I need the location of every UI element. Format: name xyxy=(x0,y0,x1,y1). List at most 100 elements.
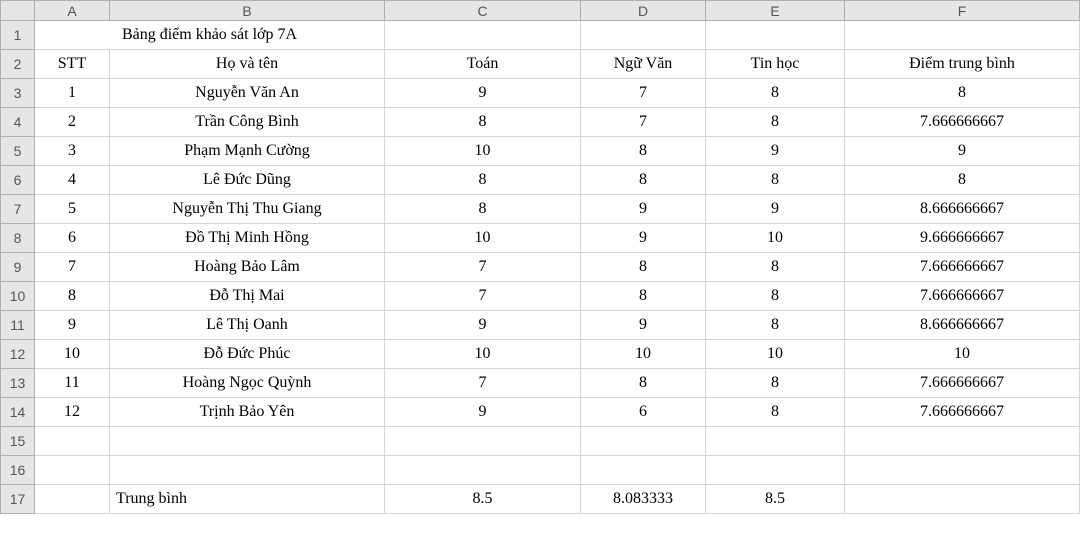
row-header-3[interactable]: 3 xyxy=(1,79,35,108)
cell-name[interactable]: Nguyễn Văn An xyxy=(110,79,385,108)
row-header-6[interactable]: 6 xyxy=(1,166,35,195)
cell-tb[interactable]: 7.666666667 xyxy=(845,253,1080,282)
footer-tin[interactable]: 8.5 xyxy=(706,485,845,514)
cell-tin[interactable]: 8 xyxy=(706,108,845,137)
cell-F15[interactable] xyxy=(845,427,1080,456)
header-nguvan[interactable]: Ngữ Văn xyxy=(581,50,706,79)
cell-A15[interactable] xyxy=(35,427,110,456)
col-header-B[interactable]: B xyxy=(110,1,385,21)
cell-stt[interactable]: 9 xyxy=(35,311,110,340)
cell-toan[interactable]: 7 xyxy=(385,253,581,282)
cell-toan[interactable]: 8 xyxy=(385,166,581,195)
cell-van[interactable]: 7 xyxy=(581,108,706,137)
cell-tb[interactable]: 8 xyxy=(845,79,1080,108)
cell-name[interactable]: Lê Đức Dũng xyxy=(110,166,385,195)
cell-toan[interactable]: 10 xyxy=(385,137,581,166)
cell-van[interactable]: 8 xyxy=(581,369,706,398)
cell-name[interactable]: Đỗ Thị Mai xyxy=(110,282,385,311)
cell-A16[interactable] xyxy=(35,456,110,485)
cell-B16[interactable] xyxy=(110,456,385,485)
cell-stt[interactable]: 7 xyxy=(35,253,110,282)
row-header-2[interactable]: 2 xyxy=(1,50,35,79)
cell-B15[interactable] xyxy=(110,427,385,456)
cell-stt[interactable]: 6 xyxy=(35,224,110,253)
cell-tb[interactable]: 7.666666667 xyxy=(845,398,1080,427)
cell-D16[interactable] xyxy=(581,456,706,485)
cell-stt[interactable]: 11 xyxy=(35,369,110,398)
cell-D15[interactable] xyxy=(581,427,706,456)
cell-van[interactable]: 8 xyxy=(581,137,706,166)
cell-tb[interactable]: 9 xyxy=(845,137,1080,166)
cell-name[interactable]: Hoàng Ngọc Quỳnh xyxy=(110,369,385,398)
cell-F16[interactable] xyxy=(845,456,1080,485)
cell-tin[interactable]: 10 xyxy=(706,340,845,369)
cell-van[interactable]: 6 xyxy=(581,398,706,427)
cell-tb[interactable]: 8 xyxy=(845,166,1080,195)
cell-toan[interactable]: 8 xyxy=(385,108,581,137)
cell-van[interactable]: 8 xyxy=(581,166,706,195)
select-all-corner[interactable] xyxy=(1,1,35,21)
footer-label[interactable]: Trung bình xyxy=(110,485,385,514)
row-header-8[interactable]: 8 xyxy=(1,224,35,253)
footer-van[interactable]: 8.083333 xyxy=(581,485,706,514)
title-cell[interactable]: Bảng điểm khảo sát lớp 7A xyxy=(35,21,385,50)
cell-stt[interactable]: 8 xyxy=(35,282,110,311)
cell-tb[interactable]: 8.666666667 xyxy=(845,311,1080,340)
cell-E1[interactable] xyxy=(706,21,845,50)
row-header-15[interactable]: 15 xyxy=(1,427,35,456)
cell-tb[interactable]: 7.666666667 xyxy=(845,369,1080,398)
cell-name[interactable]: Trần Công Bình xyxy=(110,108,385,137)
cell-tin[interactable]: 8 xyxy=(706,166,845,195)
cell-toan[interactable]: 9 xyxy=(385,311,581,340)
cell-toan[interactable]: 7 xyxy=(385,282,581,311)
cell-tb[interactable]: 7.666666667 xyxy=(845,108,1080,137)
cell-tb[interactable]: 8.666666667 xyxy=(845,195,1080,224)
row-header-14[interactable]: 14 xyxy=(1,398,35,427)
row-header-5[interactable]: 5 xyxy=(1,137,35,166)
cell-toan[interactable]: 8 xyxy=(385,195,581,224)
cell-van[interactable]: 9 xyxy=(581,224,706,253)
cell-toan[interactable]: 9 xyxy=(385,398,581,427)
col-header-C[interactable]: C xyxy=(385,1,581,21)
cell-tb[interactable]: 9.666666667 xyxy=(845,224,1080,253)
cell-stt[interactable]: 1 xyxy=(35,79,110,108)
cell-tin[interactable]: 9 xyxy=(706,195,845,224)
cell-C1[interactable] xyxy=(385,21,581,50)
row-header-16[interactable]: 16 xyxy=(1,456,35,485)
cell-toan[interactable]: 7 xyxy=(385,369,581,398)
cell-name[interactable]: Lê Thị Oanh xyxy=(110,311,385,340)
cell-stt[interactable]: 10 xyxy=(35,340,110,369)
cell-tin[interactable]: 9 xyxy=(706,137,845,166)
row-header-13[interactable]: 13 xyxy=(1,369,35,398)
cell-van[interactable]: 9 xyxy=(581,195,706,224)
cell-C16[interactable] xyxy=(385,456,581,485)
cell-name[interactable]: Đỗ Đức Phúc xyxy=(110,340,385,369)
cell-tin[interactable]: 8 xyxy=(706,369,845,398)
cell-stt[interactable]: 12 xyxy=(35,398,110,427)
cell-A17[interactable] xyxy=(35,485,110,514)
col-header-E[interactable]: E xyxy=(706,1,845,21)
cell-tin[interactable]: 8 xyxy=(706,79,845,108)
cell-tb[interactable]: 10 xyxy=(845,340,1080,369)
cell-van[interactable]: 8 xyxy=(581,253,706,282)
cell-name[interactable]: Hoàng Bảo Lâm xyxy=(110,253,385,282)
footer-tb[interactable] xyxy=(845,485,1080,514)
cell-van[interactable]: 8 xyxy=(581,282,706,311)
cell-stt[interactable]: 3 xyxy=(35,137,110,166)
cell-F1[interactable] xyxy=(845,21,1080,50)
row-header-17[interactable]: 17 xyxy=(1,485,35,514)
header-toan[interactable]: Toán xyxy=(385,50,581,79)
cell-toan[interactable]: 9 xyxy=(385,79,581,108)
cell-van[interactable]: 10 xyxy=(581,340,706,369)
row-header-12[interactable]: 12 xyxy=(1,340,35,369)
row-header-9[interactable]: 9 xyxy=(1,253,35,282)
cell-name[interactable]: Nguyễn Thị Thu Giang xyxy=(110,195,385,224)
cell-E15[interactable] xyxy=(706,427,845,456)
cell-name[interactable]: Trịnh Bảo Yên xyxy=(110,398,385,427)
header-stt[interactable]: STT xyxy=(35,50,110,79)
cell-stt[interactable]: 2 xyxy=(35,108,110,137)
row-header-11[interactable]: 11 xyxy=(1,311,35,340)
row-header-1[interactable]: 1 xyxy=(1,21,35,50)
cell-van[interactable]: 9 xyxy=(581,311,706,340)
cell-name[interactable]: Phạm Mạnh Cường xyxy=(110,137,385,166)
